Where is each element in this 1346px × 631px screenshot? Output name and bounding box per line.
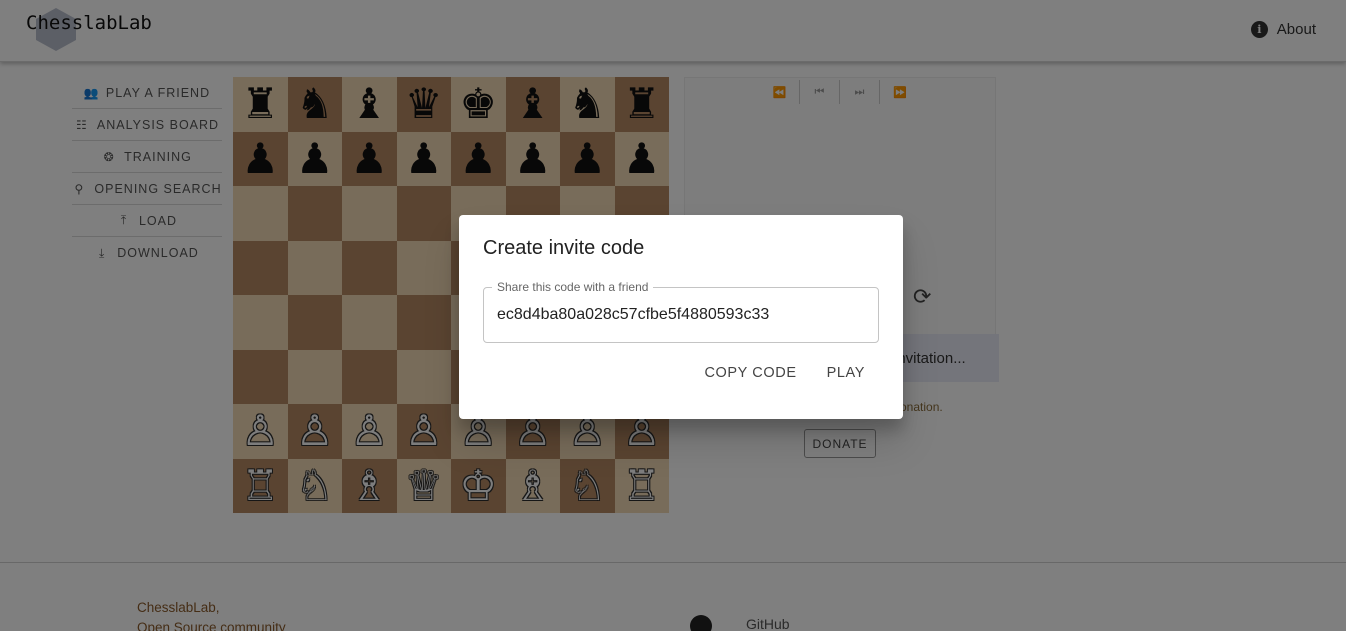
play-button[interactable]: PLAY [823,363,869,383]
copy-code-button[interactable]: COPY CODE [700,363,800,383]
invite-code-input[interactable] [497,306,867,324]
dialog-title: Create invite code [483,237,645,259]
invite-code-field: Share this code with a friend [483,280,879,343]
dialog-actions: COPY CODE PLAY [700,363,869,383]
invite-code-dialog: Create invite code Share this code with … [459,215,903,419]
invite-code-label: Share this code with a friend [492,280,654,294]
